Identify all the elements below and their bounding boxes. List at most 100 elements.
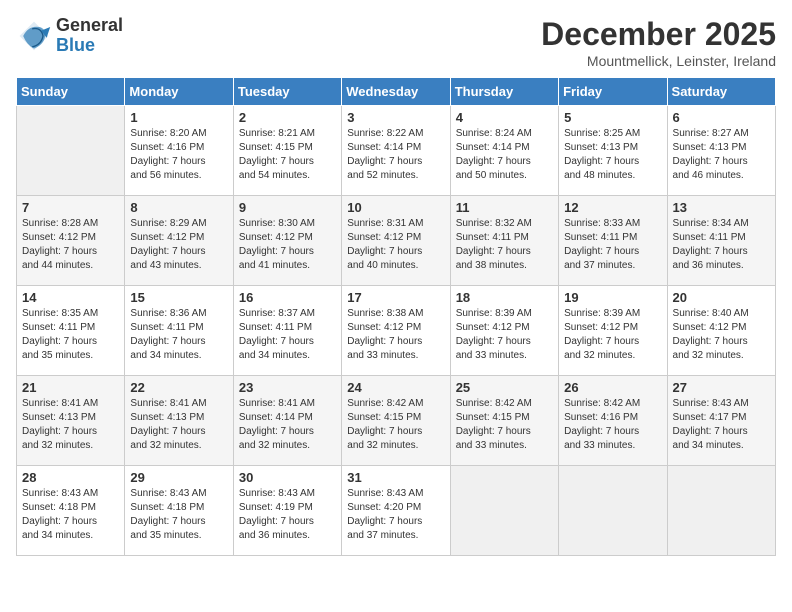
day-number: 22 (130, 380, 227, 395)
calendar-cell: 26 Sunrise: 8:42 AM Sunset: 4:16 PM Dayli… (559, 376, 667, 466)
day-number: 5 (564, 110, 661, 125)
calendar-cell: 14 Sunrise: 8:35 AM Sunset: 4:11 PM Dayli… (17, 286, 125, 376)
day-info: Sunrise: 8:39 AM Sunset: 4:12 PM Dayligh… (456, 307, 553, 363)
calendar-cell (559, 466, 667, 556)
day-number: 15 (130, 290, 227, 305)
day-info: Sunrise: 8:28 AM Sunset: 4:12 PM Dayligh… (22, 217, 119, 273)
day-number: 17 (347, 290, 444, 305)
day-info: Sunrise: 8:37 AM Sunset: 4:11 PM Dayligh… (239, 307, 336, 363)
day-number: 8 (130, 200, 227, 215)
week-row-2: 7 Sunrise: 8:28 AM Sunset: 4:12 PM Daylig… (17, 196, 776, 286)
calendar-cell: 5 Sunrise: 8:25 AM Sunset: 4:13 PM Daylig… (559, 106, 667, 196)
week-row-4: 21 Sunrise: 8:41 AM Sunset: 4:13 PM Dayli… (17, 376, 776, 466)
day-info: Sunrise: 8:41 AM Sunset: 4:14 PM Dayligh… (239, 397, 336, 453)
calendar-cell: 9 Sunrise: 8:30 AM Sunset: 4:12 PM Daylig… (233, 196, 341, 286)
day-number: 27 (673, 380, 770, 395)
day-info: Sunrise: 8:24 AM Sunset: 4:14 PM Dayligh… (456, 127, 553, 183)
header-cell-tuesday: Tuesday (233, 78, 341, 106)
day-number: 3 (347, 110, 444, 125)
day-info: Sunrise: 8:36 AM Sunset: 4:11 PM Dayligh… (130, 307, 227, 363)
calendar-cell: 2 Sunrise: 8:21 AM Sunset: 4:15 PM Daylig… (233, 106, 341, 196)
calendar-cell: 17 Sunrise: 8:38 AM Sunset: 4:12 PM Dayli… (342, 286, 450, 376)
day-number: 9 (239, 200, 336, 215)
week-row-1: 1 Sunrise: 8:20 AM Sunset: 4:16 PM Daylig… (17, 106, 776, 196)
day-number: 14 (22, 290, 119, 305)
logo-icon (16, 18, 52, 54)
calendar-cell: 16Sunrise: 8:37 AM Sunset: 4:11 PM Dayli… (233, 286, 341, 376)
calendar-cell: 10 Sunrise: 8:31 AM Sunset: 4:12 PM Dayli… (342, 196, 450, 286)
day-info: Sunrise: 8:32 AM Sunset: 4:11 PM Dayligh… (456, 217, 553, 273)
calendar-cell: 7 Sunrise: 8:28 AM Sunset: 4:12 PM Daylig… (17, 196, 125, 286)
day-number: 25 (456, 380, 553, 395)
calendar-cell: 12Sunrise: 8:33 AM Sunset: 4:11 PM Dayli… (559, 196, 667, 286)
day-info: Sunrise: 8:41 AM Sunset: 4:13 PM Dayligh… (130, 397, 227, 453)
day-number: 28 (22, 470, 119, 485)
header-cell-friday: Friday (559, 78, 667, 106)
calendar-table: SundayMondayTuesdayWednesdayThursdayFrid… (16, 77, 776, 556)
calendar-cell: 1 Sunrise: 8:20 AM Sunset: 4:16 PM Daylig… (125, 106, 233, 196)
calendar-cell: 28 Sunrise: 8:43 AM Sunset: 4:18 PM Dayli… (17, 466, 125, 556)
header-cell-monday: Monday (125, 78, 233, 106)
calendar-cell: 13Sunrise: 8:34 AM Sunset: 4:11 PM Dayli… (667, 196, 775, 286)
calendar-cell: 6Sunrise: 8:27 AM Sunset: 4:13 PM Daylig… (667, 106, 775, 196)
day-info: Sunrise: 8:40 AM Sunset: 4:12 PM Dayligh… (673, 307, 770, 363)
day-number: 11 (456, 200, 553, 215)
day-info: Sunrise: 8:21 AM Sunset: 4:15 PM Dayligh… (239, 127, 336, 183)
logo: General Blue (16, 16, 123, 56)
day-number: 24 (347, 380, 444, 395)
day-number: 7 (22, 200, 119, 215)
day-info: Sunrise: 8:25 AM Sunset: 4:13 PM Dayligh… (564, 127, 661, 183)
day-info: Sunrise: 8:31 AM Sunset: 4:12 PM Dayligh… (347, 217, 444, 273)
day-info: Sunrise: 8:20 AM Sunset: 4:16 PM Dayligh… (130, 127, 227, 183)
day-info: Sunrise: 8:30 AM Sunset: 4:12 PM Dayligh… (239, 217, 336, 273)
page-header: General Blue December 2025 Mountmellick,… (16, 16, 776, 69)
calendar-cell (667, 466, 775, 556)
day-info: Sunrise: 8:34 AM Sunset: 4:11 PM Dayligh… (673, 217, 770, 273)
day-info: Sunrise: 8:35 AM Sunset: 4:11 PM Dayligh… (22, 307, 119, 363)
calendar-body: 1 Sunrise: 8:20 AM Sunset: 4:16 PM Daylig… (17, 106, 776, 556)
day-info: Sunrise: 8:42 AM Sunset: 4:16 PM Dayligh… (564, 397, 661, 453)
calendar-cell (17, 106, 125, 196)
day-info: Sunrise: 8:43 AM Sunset: 4:18 PM Dayligh… (22, 487, 119, 543)
calendar-cell: 20 Sunrise: 8:40 AM Sunset: 4:12 PM Dayli… (667, 286, 775, 376)
calendar-cell: 27Sunrise: 8:43 AM Sunset: 4:17 PM Dayli… (667, 376, 775, 466)
calendar-cell: 15 Sunrise: 8:36 AM Sunset: 4:11 PM Dayli… (125, 286, 233, 376)
title-block: December 2025 Mountmellick, Leinster, Ir… (541, 16, 776, 69)
calendar-cell: 30Sunrise: 8:43 AM Sunset: 4:19 PM Dayli… (233, 466, 341, 556)
day-number: 2 (239, 110, 336, 125)
header-cell-wednesday: Wednesday (342, 78, 450, 106)
calendar-cell: 22 Sunrise: 8:41 AM Sunset: 4:13 PM Dayli… (125, 376, 233, 466)
calendar-cell: 31Sunrise: 8:43 AM Sunset: 4:20 PM Dayli… (342, 466, 450, 556)
header-cell-saturday: Saturday (667, 78, 775, 106)
header-cell-thursday: Thursday (450, 78, 558, 106)
day-number: 1 (130, 110, 227, 125)
day-number: 4 (456, 110, 553, 125)
calendar-cell: 24Sunrise: 8:42 AM Sunset: 4:15 PM Dayli… (342, 376, 450, 466)
calendar-subtitle: Mountmellick, Leinster, Ireland (541, 53, 776, 69)
day-number: 19 (564, 290, 661, 305)
calendar-cell: 25Sunrise: 8:42 AM Sunset: 4:15 PM Dayli… (450, 376, 558, 466)
header-cell-sunday: Sunday (17, 78, 125, 106)
day-info: Sunrise: 8:43 AM Sunset: 4:19 PM Dayligh… (239, 487, 336, 543)
day-info: Sunrise: 8:41 AM Sunset: 4:13 PM Dayligh… (22, 397, 119, 453)
calendar-cell: 23 Sunrise: 8:41 AM Sunset: 4:14 PM Dayli… (233, 376, 341, 466)
day-number: 20 (673, 290, 770, 305)
day-info: Sunrise: 8:29 AM Sunset: 4:12 PM Dayligh… (130, 217, 227, 273)
day-number: 10 (347, 200, 444, 215)
calendar-cell: 19 Sunrise: 8:39 AM Sunset: 4:12 PM Dayli… (559, 286, 667, 376)
day-info: Sunrise: 8:38 AM Sunset: 4:12 PM Dayligh… (347, 307, 444, 363)
logo-text: General Blue (56, 16, 123, 56)
calendar-cell: 4 Sunrise: 8:24 AM Sunset: 4:14 PM Daylig… (450, 106, 558, 196)
day-number: 23 (239, 380, 336, 395)
calendar-cell: 11 Sunrise: 8:32 AM Sunset: 4:11 PM Dayli… (450, 196, 558, 286)
day-info: Sunrise: 8:43 AM Sunset: 4:18 PM Dayligh… (130, 487, 227, 543)
day-number: 6 (673, 110, 770, 125)
day-info: Sunrise: 8:39 AM Sunset: 4:12 PM Dayligh… (564, 307, 661, 363)
header-row: SundayMondayTuesdayWednesdayThursdayFrid… (17, 78, 776, 106)
day-number: 21 (22, 380, 119, 395)
day-number: 26 (564, 380, 661, 395)
calendar-cell: 18Sunrise: 8:39 AM Sunset: 4:12 PM Dayli… (450, 286, 558, 376)
day-number: 29 (130, 470, 227, 485)
calendar-cell: 21 Sunrise: 8:41 AM Sunset: 4:13 PM Dayli… (17, 376, 125, 466)
week-row-5: 28 Sunrise: 8:43 AM Sunset: 4:18 PM Dayli… (17, 466, 776, 556)
